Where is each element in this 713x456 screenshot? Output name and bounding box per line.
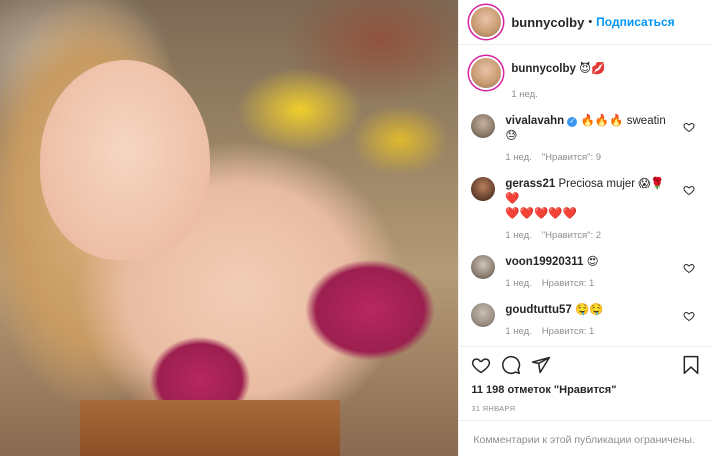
author-avatar[interactable] (471, 7, 502, 37)
post: bunnycolby • Подписаться bunnycolby 😈💋 1… (0, 0, 713, 456)
comments-restricted-notice: Комментарии к этой публикации ограничены… (459, 420, 713, 456)
comment-username[interactable]: vivalavahn (505, 115, 564, 127)
comment-time[interactable]: 1 нед. (505, 326, 531, 337)
actions-divider (459, 346, 713, 347)
comment-row: voon19920311 😍 1 нед. Нравится: 1 (459, 255, 713, 289)
commenter-avatar[interactable] (471, 255, 496, 279)
comment-time[interactable]: 1 нед. (505, 152, 531, 163)
caption-time[interactable]: 1 нед. (511, 89, 537, 100)
post-date[interactable]: 31 ЯНВАРЯ (471, 404, 515, 413)
comment-row: gerass21 Preciosa mujer 😱🌹❤️ ❤️❤️❤️❤️❤️ … (459, 177, 713, 241)
author-username[interactable]: bunnycolby (511, 15, 584, 30)
post-photo[interactable] (0, 0, 459, 456)
comment-likes[interactable]: Нравится: 1 (542, 278, 594, 289)
comment-time[interactable]: 1 нед. (505, 278, 531, 289)
comment-username[interactable]: voon19920311 (505, 256, 583, 268)
caption-row: bunnycolby 😈💋 1 нед. (459, 45, 713, 100)
comment-like-heart-icon[interactable] (683, 121, 695, 133)
photo-table (80, 400, 340, 456)
share-icon[interactable] (531, 355, 551, 375)
comment-text: 🤤🤤 (575, 304, 604, 316)
commenter-avatar[interactable] (471, 303, 496, 327)
comment-icon[interactable] (501, 355, 521, 375)
comment-like-heart-icon[interactable] (683, 184, 695, 196)
comment-like-heart-icon[interactable] (683, 310, 695, 322)
comment-username[interactable]: gerass21 (505, 178, 555, 190)
comment-likes[interactable]: "Нравится": 2 (542, 230, 601, 241)
comment-like-heart-icon[interactable] (683, 262, 695, 274)
likes-count[interactable]: 11 198 отметок "Нравится" (471, 384, 616, 396)
comment-username[interactable]: goudtuttu57 (505, 304, 571, 316)
caption-username[interactable]: bunnycolby (511, 63, 576, 75)
separator-dot: • (588, 16, 593, 28)
comment-text: 😍 (586, 256, 599, 268)
heart-icon[interactable] (471, 355, 491, 375)
post-header: bunnycolby • Подписаться (459, 0, 713, 45)
caption-text: 😈💋 (579, 63, 606, 75)
bookmark-icon[interactable] (681, 355, 701, 375)
comment-row: vivalavahn ✓ 🔥🔥🔥 sweatin 😓 1 нед. "Нравит… (459, 114, 713, 163)
caption-avatar[interactable] (471, 58, 502, 88)
commenter-avatar[interactable] (471, 177, 496, 201)
comment-likes[interactable]: Нравится: 1 (542, 326, 594, 337)
post-actions (471, 355, 701, 375)
comment-likes[interactable]: "Нравится": 9 (542, 152, 601, 163)
commenter-avatar[interactable] (471, 114, 496, 138)
verified-badge-icon: ✓ (567, 117, 578, 127)
comment-row: goudtuttu57 🤤🤤 1 нед. Нравится: 1 (459, 303, 713, 337)
comments-list[interactable]: bunnycolby 😈💋 1 нед. vivalavahn ✓ 🔥🔥🔥 sw… (459, 45, 713, 345)
comment-time[interactable]: 1 нед. (505, 230, 531, 241)
follow-button[interactable]: Подписаться (596, 15, 674, 29)
post-sidebar: bunnycolby • Подписаться bunnycolby 😈💋 1… (458, 0, 713, 456)
